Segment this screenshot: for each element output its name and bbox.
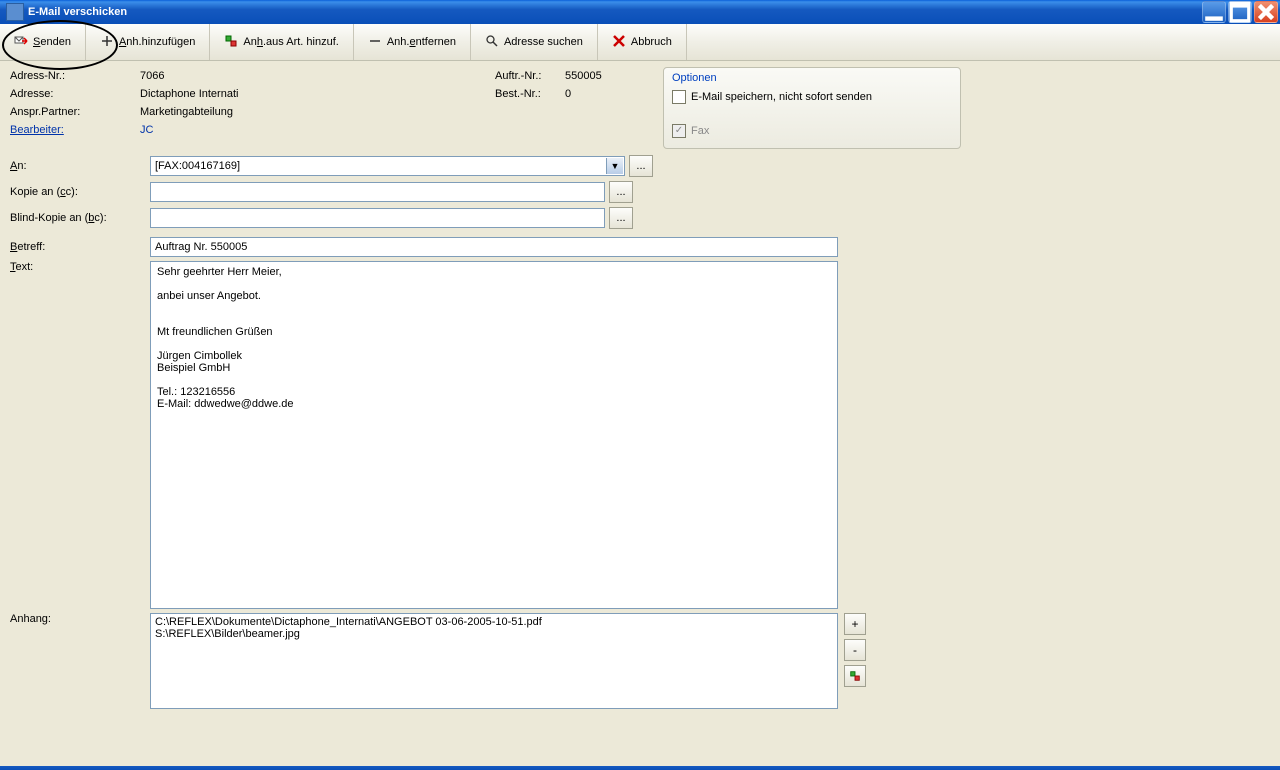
window-title: E-Mail verschicken: [28, 6, 1202, 18]
cc-input[interactable]: [150, 182, 605, 202]
send-icon: [14, 34, 28, 51]
label-cc: Kopie an (cc):: [10, 186, 150, 198]
cancel-icon: [612, 34, 626, 51]
minimize-button[interactable]: [1202, 1, 1226, 23]
search-icon: [485, 34, 499, 51]
checkbox-fax-row: ✓ Fax: [672, 122, 952, 140]
checkbox-fax-label: Fax: [691, 125, 709, 137]
body-textarea[interactable]: [150, 261, 838, 609]
checkbox-fax: ✓: [672, 124, 686, 138]
checkbox-save-not-send-row[interactable]: E-Mail speichern, nicht sofort senden: [672, 88, 952, 106]
label-to: An:: [10, 160, 150, 172]
plus-icon: [100, 34, 114, 51]
checkbox-save-not-send[interactable]: [672, 90, 686, 104]
bottom-border: [0, 766, 1280, 770]
cancel-label: Abbruch: [631, 36, 672, 48]
bcc-browse-button[interactable]: ...: [609, 207, 633, 229]
checkbox-save-not-send-label: E-Mail speichern, nicht sofort senden: [691, 91, 872, 103]
options-group: Optionen E-Mail speichern, nicht sofort …: [663, 67, 961, 149]
value-best-nr: 0: [565, 88, 571, 100]
remove-attachment-button[interactable]: Anh.entfernen: [354, 24, 471, 60]
to-combobox[interactable]: [FAX:004167169] ▼: [150, 156, 625, 176]
value-editor: JC: [140, 124, 153, 136]
label-attachments: Anhang:: [10, 613, 150, 625]
value-address: Dictaphone Internati: [140, 88, 238, 100]
to-browse-button[interactable]: ...: [629, 155, 653, 177]
add-attachment-button[interactable]: Anh.hinzufügen: [86, 24, 210, 60]
subject-input[interactable]: [150, 237, 838, 257]
value-order-nr: 550005: [565, 70, 602, 82]
options-legend: Optionen: [672, 72, 952, 84]
titlebar: E-Mail verschicken: [0, 0, 1280, 24]
maximize-button[interactable]: [1228, 1, 1252, 23]
label-address: Adresse:: [10, 88, 140, 100]
label-editor[interactable]: Bearbeiter:: [10, 124, 140, 136]
label-contact: Anspr.Partner:: [10, 106, 140, 118]
add-attachment-from-article-button[interactable]: Anh.aus Art. hinzuf.: [210, 24, 353, 60]
label-address-nr: Adress-Nr.:: [10, 70, 140, 82]
close-button[interactable]: [1254, 1, 1278, 23]
send-button[interactable]: Senden: [0, 24, 86, 60]
label-text: Text:: [10, 261, 150, 273]
toolbar: Senden Anh.hinzufügen Anh.aus Art. hinzu…: [0, 24, 1280, 61]
content: Adress-Nr.: 7066 Adresse: Dictaphone Int…: [0, 61, 1280, 717]
attachment-article-button[interactable]: [844, 665, 866, 687]
label-best-nr: Best.-Nr.:: [495, 88, 565, 100]
cancel-button[interactable]: Abbruch: [598, 24, 687, 60]
label-order-nr: Auftr.-Nr.:: [495, 70, 565, 82]
value-contact: Marketingabteilung: [140, 106, 233, 118]
label-subject: Betreff:: [10, 241, 150, 253]
dropdown-icon[interactable]: ▼: [606, 158, 623, 174]
attachment-list[interactable]: C:\REFLEX\Dokumente\Dictaphone_Internati…: [150, 613, 838, 709]
app-icon: [6, 3, 24, 21]
search-address-label: Adresse suchen: [504, 36, 583, 48]
cc-browse-button[interactable]: ...: [609, 181, 633, 203]
to-value: [FAX:004167169]: [155, 160, 240, 172]
attachment-add-button[interactable]: +: [844, 613, 866, 635]
bcc-input[interactable]: [150, 208, 605, 228]
search-address-button[interactable]: Adresse suchen: [471, 24, 598, 60]
minus-icon: [368, 34, 382, 51]
article-icon: [224, 34, 238, 51]
attachment-remove-button[interactable]: -: [844, 639, 866, 661]
label-bcc: Blind-Kopie an (bc):: [10, 212, 150, 224]
value-address-nr: 7066: [140, 70, 164, 82]
